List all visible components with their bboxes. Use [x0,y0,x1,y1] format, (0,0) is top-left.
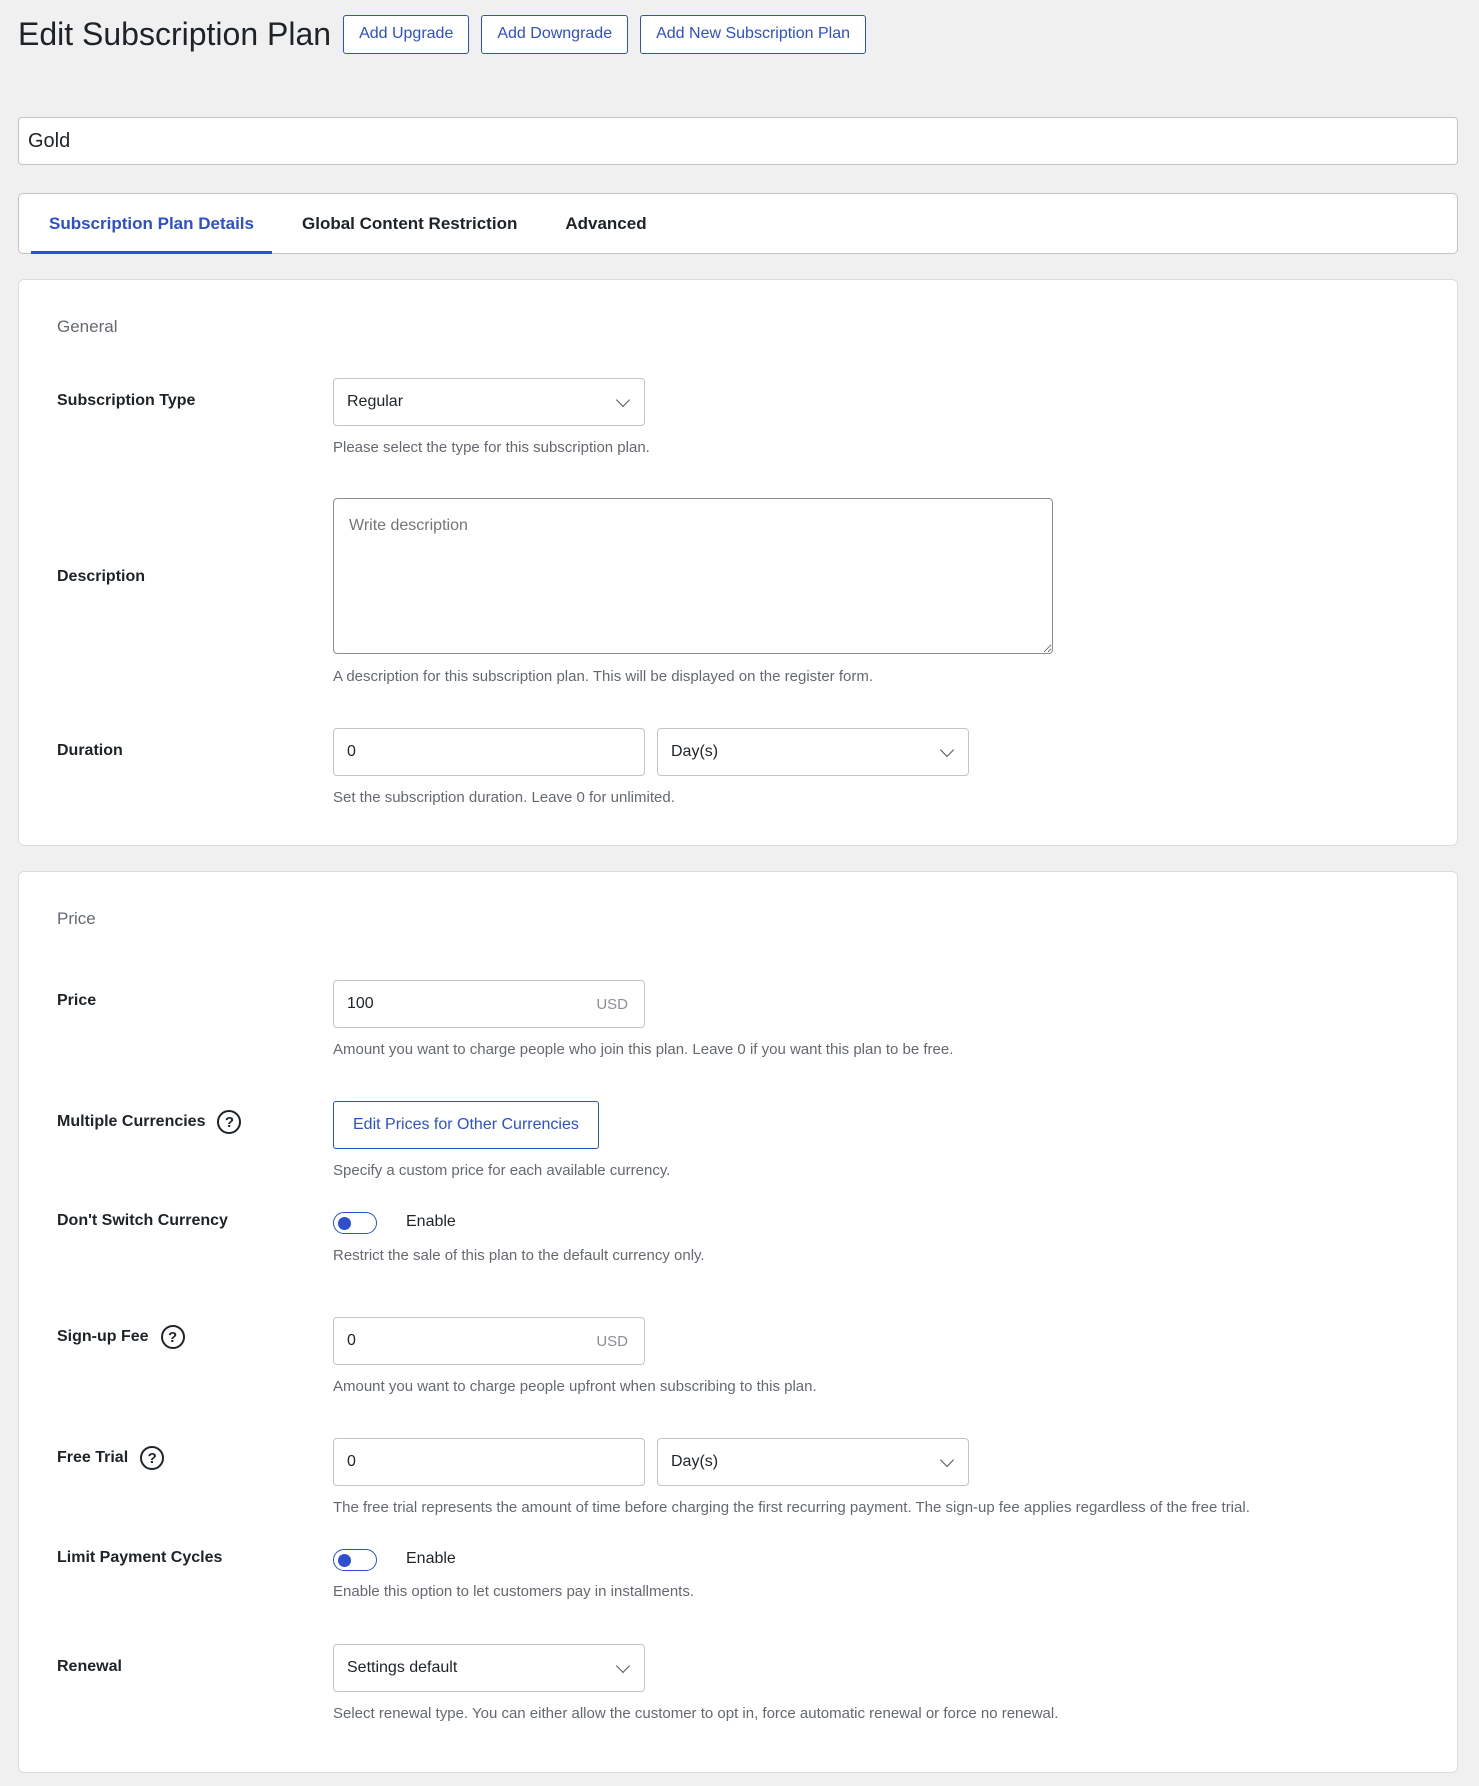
duration-unit-select[interactable]: Day(s) [657,728,969,776]
chevron-down-icon [615,1658,631,1674]
description-textarea[interactable] [333,498,1053,654]
add-new-plan-button[interactable]: Add New Subscription Plan [640,14,866,54]
toggle-knob [338,1553,351,1567]
signup-fee-input[interactable]: 0 USD [333,1317,645,1365]
renewal-select[interactable]: Settings default [333,1644,645,1692]
multiple-currencies-hint: Specify a custom price for each availabl… [333,1162,671,1179]
subscription-type-label: Subscription Type [57,392,196,409]
multiple-currencies-label-text: Multiple Currencies [57,1113,206,1130]
add-downgrade-button[interactable]: Add Downgrade [481,14,629,54]
page-header: Edit Subscription Plan Add Upgrade Add D… [18,14,866,54]
price-card: Price Price 100 USD Amount you want to c… [18,871,1458,1773]
price-input[interactable]: 100 USD [333,980,645,1028]
tab-subscription-plan-details[interactable]: Subscription Plan Details [31,194,272,254]
description-label: Description [57,568,146,585]
duration-unit-value: Day(s) [671,743,719,760]
tab-bar: Subscription Plan Details Global Content… [18,193,1458,254]
free-trial-hint: The free trial represents the amount of … [333,1499,1250,1516]
dont-switch-currency-toggle[interactable] [333,1212,377,1234]
dont-switch-currency-toggle-label: Enable [406,1213,456,1230]
signup-fee-hint: Amount you want to charge people upfront… [333,1378,817,1395]
tab-global-content-restriction[interactable]: Global Content Restriction [284,194,535,253]
general-card: General Subscription Type Regular Please… [18,279,1458,846]
limit-payment-cycles-hint: Enable this option to let customers pay … [333,1583,695,1600]
duration-hint: Set the subscription duration. Leave 0 f… [333,789,675,806]
free-trial-label: Free Trial ? [57,1446,165,1470]
plan-name-input[interactable] [18,117,1458,165]
free-trial-value: 0 [347,1453,356,1470]
dont-switch-currency-label: Don't Switch Currency [57,1212,228,1229]
chevron-down-icon [615,392,631,408]
tab-advanced[interactable]: Advanced [547,194,664,253]
price-value: 100 [347,995,374,1012]
limit-payment-cycles-toggle-label: Enable [406,1550,456,1567]
renewal-value: Settings default [347,1659,458,1676]
subscription-type-select[interactable]: Regular [333,378,645,426]
signup-fee-currency: USD [596,1332,628,1350]
price-hint: Amount you want to charge people who joi… [333,1041,954,1058]
limit-payment-cycles-toggle[interactable] [333,1549,377,1571]
signup-fee-label-text: Sign-up Fee [57,1328,149,1345]
free-trial-label-text: Free Trial [57,1449,129,1466]
price-section-title: Price [57,909,96,928]
limit-payment-cycles-label: Limit Payment Cycles [57,1549,223,1566]
toggle-knob [338,1216,351,1230]
renewal-hint: Select renewal type. You can either allo… [333,1705,1059,1722]
add-upgrade-button[interactable]: Add Upgrade [343,14,470,54]
free-trial-input[interactable]: 0 [333,1438,645,1486]
chevron-down-icon [939,742,955,758]
duration-label: Duration [57,742,123,759]
signup-fee-value: 0 [347,1332,356,1349]
renewal-label: Renewal [57,1658,122,1675]
duration-value: 0 [347,743,356,760]
page-title: Edit Subscription Plan [18,15,332,52]
free-trial-unit-select[interactable]: Day(s) [657,1438,969,1486]
question-circle-icon[interactable]: ? [140,1446,165,1470]
question-circle-icon[interactable]: ? [217,1110,242,1134]
dont-switch-currency-hint: Restrict the sale of this plan to the de… [333,1247,705,1264]
signup-fee-label: Sign-up Fee ? [57,1325,185,1349]
chevron-down-icon [939,1452,955,1468]
subscription-type-hint: Please select the type for this subscrip… [333,439,650,456]
price-currency: USD [596,995,628,1013]
multiple-currencies-label: Multiple Currencies ? [57,1110,242,1134]
subscription-type-value: Regular [347,393,404,410]
free-trial-unit-value: Day(s) [671,1453,719,1470]
description-hint: A description for this subscription plan… [333,668,873,685]
general-section-title: General [57,317,118,336]
duration-input[interactable]: 0 [333,728,645,776]
edit-prices-other-currencies-button[interactable]: Edit Prices for Other Currencies [333,1101,599,1149]
question-circle-icon[interactable]: ? [160,1325,185,1349]
price-label: Price [57,992,97,1009]
